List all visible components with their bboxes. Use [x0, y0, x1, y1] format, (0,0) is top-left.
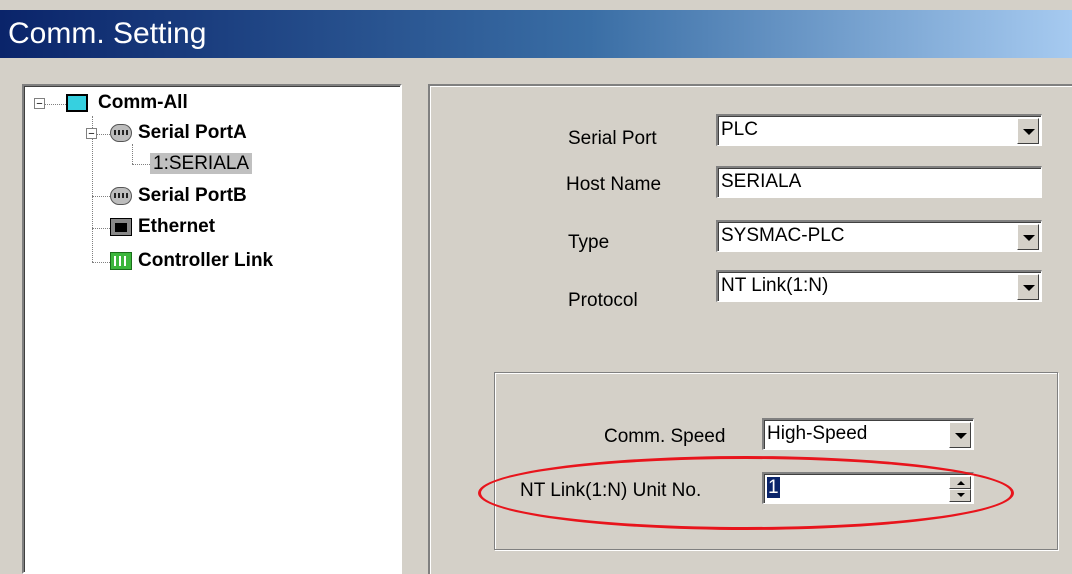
tree-item-controller-link[interactable]: Controller Link — [138, 249, 273, 273]
serial-port-label: Serial Port — [568, 128, 657, 149]
dropdown-arrow-icon[interactable] — [1017, 118, 1039, 144]
type-value: SYSMAC-PLC — [721, 225, 845, 246]
type-label: Type — [568, 232, 610, 253]
host-name-input[interactable]: SERIALA — [716, 166, 1042, 198]
highlight-ellipse — [478, 456, 1014, 530]
serial-port-value: PLC — [721, 119, 758, 140]
dropdown-arrow-icon[interactable] — [949, 422, 971, 448]
tree-connector — [92, 228, 93, 262]
host-name-label: Host Name — [566, 174, 662, 195]
window-title: Comm. Setting — [0, 10, 1072, 58]
monitor-icon — [66, 94, 88, 112]
tree-item-seriala-label: 1:SERIALA — [150, 153, 253, 174]
protocol-select[interactable]: NT Link(1:N) — [716, 270, 1042, 302]
collapse-icon[interactable]: − — [86, 128, 97, 140]
tree-item-comm-all[interactable]: Comm-All — [98, 91, 188, 115]
comm-speed-select[interactable]: High-Speed — [762, 418, 974, 450]
serial-port-select[interactable]: PLC — [716, 114, 1042, 146]
comm-speed-value: High-Speed — [767, 423, 868, 444]
controller-link-icon — [110, 252, 132, 270]
serial-port-icon — [110, 187, 132, 205]
dropdown-arrow-icon[interactable] — [1017, 274, 1039, 300]
tree-item-ethernet[interactable]: Ethernet — [138, 215, 215, 239]
comm-tree[interactable]: − Comm-All − Serial PortA 1:SERIALA Seri… — [22, 84, 402, 574]
protocol-value: NT Link(1:N) — [721, 275, 829, 296]
comm-speed-label: Comm. Speed — [604, 426, 726, 447]
tree-connector — [132, 144, 133, 164]
collapse-icon[interactable]: − — [34, 98, 45, 110]
ethernet-icon — [110, 218, 132, 236]
tree-item-serial-portb[interactable]: Serial PortB — [138, 184, 247, 208]
type-select[interactable]: SYSMAC-PLC — [716, 220, 1042, 252]
host-name-value: SERIALA — [721, 171, 802, 192]
tree-item-seriala[interactable]: 1:SERIALA — [150, 152, 253, 176]
protocol-label: Protocol — [568, 290, 638, 311]
dropdown-arrow-icon[interactable] — [1017, 224, 1039, 250]
tree-item-serial-porta[interactable]: Serial PortA — [138, 121, 247, 145]
serial-port-icon — [110, 124, 132, 142]
